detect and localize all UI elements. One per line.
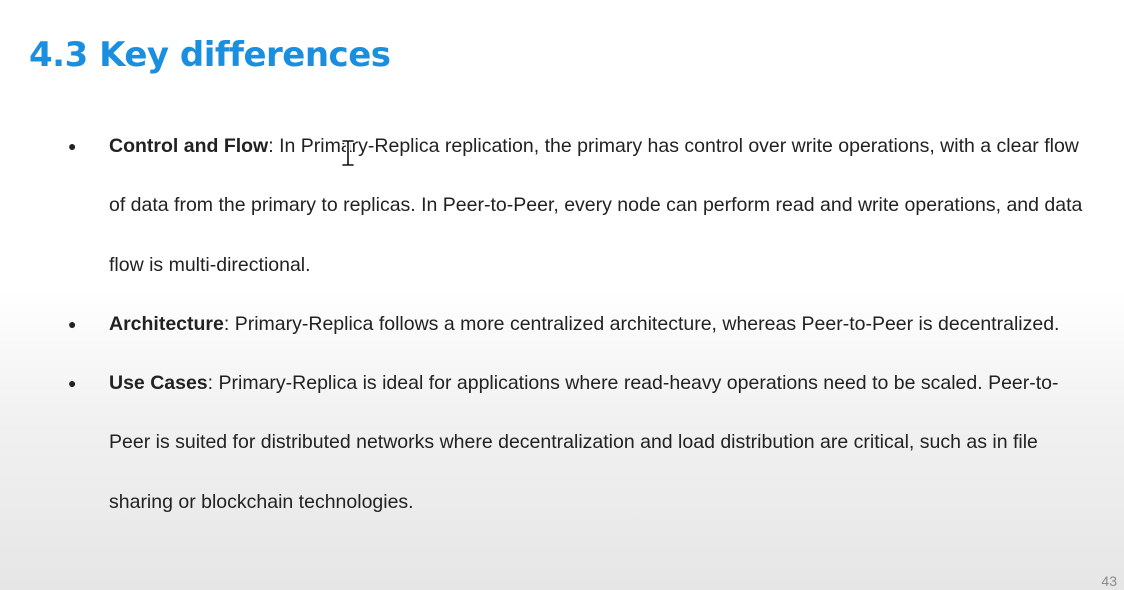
bullet-term: Control and Flow xyxy=(109,135,269,157)
bullet-description: : Primary-Replica is ideal for applicati… xyxy=(109,372,1059,513)
page-number: 43 xyxy=(1101,573,1117,589)
bullet-item-architecture: ● Architecture: Primary-Replica follows … xyxy=(0,295,1124,354)
bullet-dot-icon: ● xyxy=(68,138,77,154)
text-cursor-icon xyxy=(341,139,355,167)
bullet-text: Control and Flow: In Primary-Replica rep… xyxy=(109,117,1084,295)
bullet-term: Architecture xyxy=(109,312,224,335)
bullet-text: Use Cases: Primary-Replica is ideal for … xyxy=(109,354,1084,532)
bullet-item-control-and-flow: ● Control and Flow: In Primary-Replica r… xyxy=(0,117,1124,295)
bullet-item-use-cases: ● Use Cases: Primary-Replica is ideal fo… xyxy=(0,354,1124,532)
bullet-list: ● Control and Flow: In Primary-Replica r… xyxy=(0,117,1124,532)
slide-title: 4.3 Key differences xyxy=(29,35,391,75)
bullet-text: Architecture: Primary-Replica follows a … xyxy=(109,295,1084,354)
bullet-term: Use Cases xyxy=(109,372,208,395)
bullet-description: : Primary-Replica follows a more central… xyxy=(223,312,1060,335)
bullet-dot-icon: ● xyxy=(68,315,77,332)
bullet-dot-icon: ● xyxy=(68,375,77,392)
